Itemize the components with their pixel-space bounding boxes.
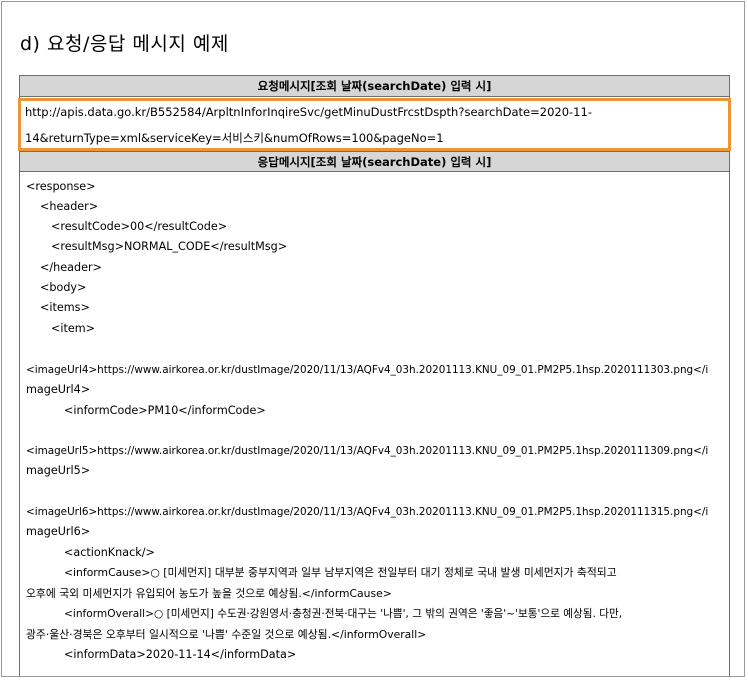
response-line: <response> xyxy=(26,180,96,193)
response-line: 오후에 국외 미세먼지가 유입되어 농도가 높을 것으로 예상됨.</infor… xyxy=(26,587,392,600)
response-line: mageUrl4> xyxy=(26,383,91,396)
request-header: 요청메시지[조회 날짜(searchDate) 입력 시] xyxy=(20,76,729,97)
response-header: 응답메시지[조회 날짜(searchDate) 입력 시] xyxy=(20,151,729,172)
response-line: <informCause>○ [미세먼지] 대부분 중부지역과 일부 남부지역은… xyxy=(64,566,617,579)
response-line: <imageUrl4>https://www.airkorea.or.kr/du… xyxy=(26,364,709,376)
response-line: <informCode>PM10</informCode> xyxy=(64,404,266,417)
document-frame: d) 요청/응답 메시지 예제 요청메시지[조회 날짜(searchDate) … xyxy=(1,1,745,677)
response-line: </header> xyxy=(40,261,102,274)
response-line: <items> xyxy=(40,301,90,314)
response-line: 광주·울산·경북은 오후부터 일시적으로 '나쁨' 수준일 것으로 예상됨.</… xyxy=(26,628,427,641)
response-line: mageUrl5> xyxy=(26,464,91,477)
response-line: <actionKnack/> xyxy=(64,546,155,559)
response-line: <informData>2020-11-14</informData> xyxy=(64,648,297,661)
request-highlight-box xyxy=(18,98,731,151)
response-line: mageUrl6> xyxy=(26,525,91,538)
response-line: <resultCode>00</resultCode> xyxy=(51,220,228,233)
response-line: <resultMsg>NORMAL_CODE</resultMsg> xyxy=(51,240,288,253)
response-line: <header> xyxy=(40,200,99,213)
message-example-table: 요청메시지[조회 날짜(searchDate) 입력 시] http://api… xyxy=(18,75,731,676)
response-line: <imageUrl6>https://www.airkorea.or.kr/du… xyxy=(26,506,709,518)
response-line: <body> xyxy=(40,281,87,294)
section-heading: d) 요청/응답 메시지 예제 xyxy=(20,33,229,55)
response-line: <imageUrl5>https://www.airkorea.or.kr/du… xyxy=(26,445,709,457)
response-line: <informOverall>○ [미세먼지] 수도권·강원영서·충청권·전북·… xyxy=(64,608,623,620)
response-line: <item> xyxy=(51,322,96,335)
